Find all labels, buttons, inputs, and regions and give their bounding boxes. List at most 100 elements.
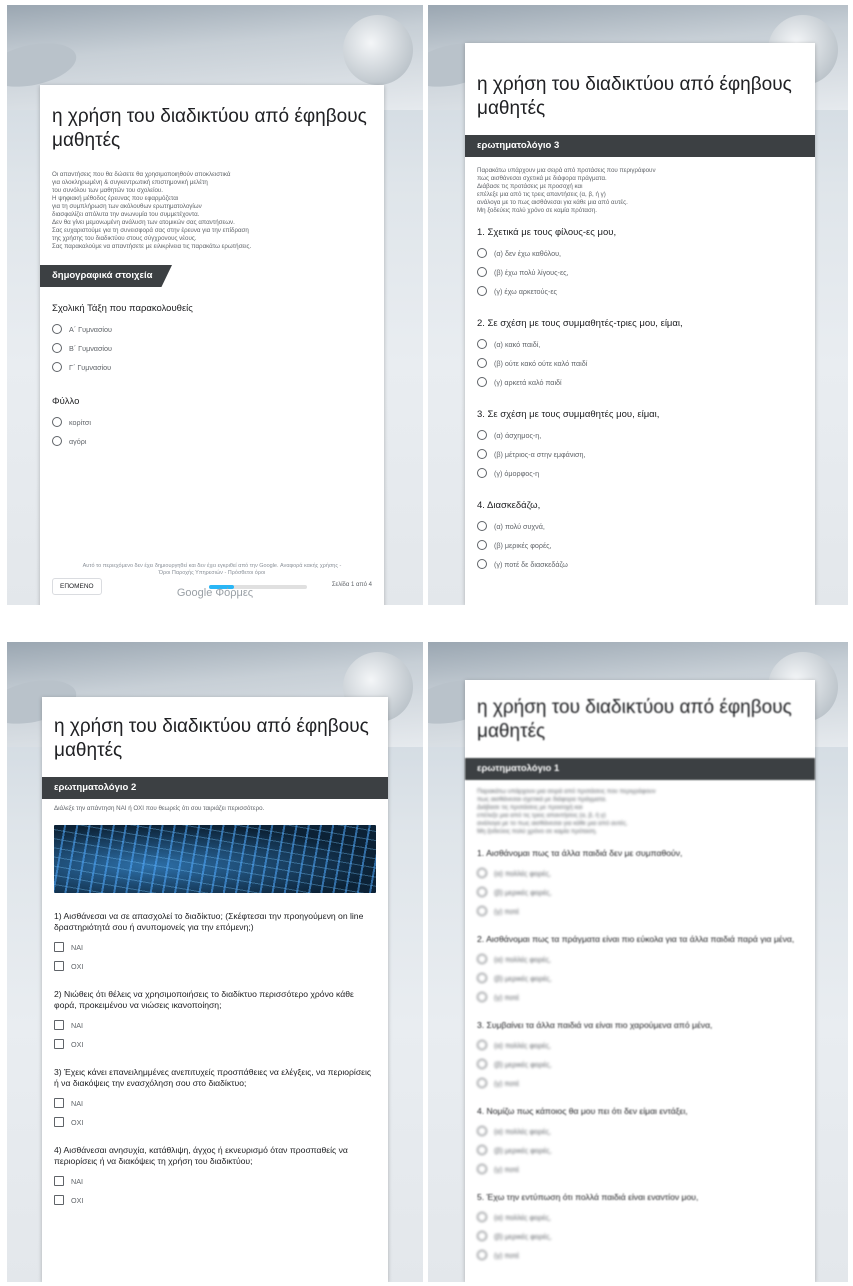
screen-questionnaire-3: η χρήση του διαδικτύου από έφηβους μαθητ… xyxy=(428,5,848,605)
radio-option[interactable]: (γ) ποτέ xyxy=(465,1250,815,1260)
question-label: Φύλλο xyxy=(52,396,80,407)
radio-icon[interactable] xyxy=(477,286,487,296)
radio-option[interactable]: (γ) ποτέ δε διασκεδάζω xyxy=(465,559,815,569)
radio-option[interactable]: (β) μερικές φορές, xyxy=(465,973,815,983)
radio-option[interactable]: (γ) ποτέ xyxy=(465,1078,815,1088)
radio-icon[interactable] xyxy=(477,559,487,569)
section-header: ερωτηματολόγιο 2 xyxy=(42,777,388,799)
question-label: 1) Αισθάνεσαι να σε απασχολεί το διαδίκτ… xyxy=(54,911,364,932)
radio-icon[interactable] xyxy=(477,1078,487,1088)
radio-option[interactable]: (β) μερικές φορές, xyxy=(465,887,815,897)
checkbox-option[interactable]: ΝΑΙ xyxy=(42,1098,388,1108)
section-description: Διάλεξε την απάντηση ΝΑΙ ή ΟΧΙ που θεωρε… xyxy=(54,805,265,812)
radio-icon[interactable] xyxy=(477,868,487,878)
radio-icon[interactable] xyxy=(52,324,62,334)
radio-icon[interactable] xyxy=(477,954,487,964)
google-forms-logo: Google Φόρμες xyxy=(176,587,254,599)
radio-option[interactable]: (α) πολύ συχνά, xyxy=(465,521,815,531)
question-label: 4. Διασκεδάζω, xyxy=(477,500,541,511)
radio-option[interactable]: Α΄ Γυμνασίου xyxy=(40,324,384,334)
radio-icon[interactable] xyxy=(477,430,487,440)
question-label: 4) Αισθάνεσαι ανησυχία, κατάθλιψη, άγχος… xyxy=(54,1145,348,1166)
checkbox-option[interactable]: ΝΑΙ xyxy=(42,942,388,952)
checkbox-option[interactable]: ΟΧΙ xyxy=(42,1195,388,1205)
question-label: 3. Συμβαίνει τα άλλα παιδιά να είναι πιο… xyxy=(477,1020,713,1030)
radio-icon[interactable] xyxy=(52,343,62,353)
radio-option[interactable]: (α) άσχημος-η, xyxy=(465,430,815,440)
form-card: η χρήση του διαδικτύου από έφηβους μαθητ… xyxy=(42,697,388,1282)
radio-icon[interactable] xyxy=(477,1250,487,1260)
radio-option[interactable]: (α) πολλές φορές, xyxy=(465,1126,815,1136)
question-label: 5. Έχω την εντύπωση ότι πολλά παιδιά είν… xyxy=(477,1192,699,1202)
radio-option[interactable]: Γ΄ Γυμνασίου xyxy=(40,362,384,372)
checkbox-option[interactable]: ΝΑΙ xyxy=(42,1176,388,1186)
radio-icon[interactable] xyxy=(477,248,487,258)
radio-option[interactable]: (α) δεν έχω καθόλου, xyxy=(465,248,815,258)
checkbox-option[interactable]: ΟΧΙ xyxy=(42,1117,388,1127)
section-description: Παρακάτω υπάρχουν μια σειρά από προτάσει… xyxy=(477,788,656,835)
section-description: Παρακάτω υπάρχουν μια σειρά από προτάσει… xyxy=(477,167,656,214)
radio-option[interactable]: (α) πολλές φορές, xyxy=(465,1212,815,1222)
checkbox-icon[interactable] xyxy=(54,961,64,971)
checkbox-icon[interactable] xyxy=(54,1176,64,1186)
radio-icon[interactable] xyxy=(52,362,62,372)
checkbox-icon[interactable] xyxy=(54,1098,64,1108)
radio-option[interactable]: (γ) έχω αρκετούς-ες xyxy=(465,286,815,296)
radio-option[interactable]: (γ) ποτέ xyxy=(465,1164,815,1174)
radio-option[interactable]: (β) μερικές φορές, xyxy=(465,540,815,550)
radio-option[interactable]: (γ) όμορφος-η xyxy=(465,468,815,478)
radio-icon[interactable] xyxy=(477,1126,487,1136)
checkbox-icon[interactable] xyxy=(54,1195,64,1205)
radio-icon[interactable] xyxy=(52,436,62,446)
checkbox-icon[interactable] xyxy=(54,1020,64,1030)
radio-icon[interactable] xyxy=(477,449,487,459)
footer-disclaimer: Αυτό το περιεχόμενο δεν έχει δημιουργηθε… xyxy=(37,563,387,577)
radio-option[interactable]: (β) μέτριος-α στην εμφάνιση, xyxy=(465,449,815,459)
radio-icon[interactable] xyxy=(477,267,487,277)
terms-link[interactable]: Όροι Παροχής Υπηρεσιών - Πρόσθετοι όροι xyxy=(37,570,387,577)
radio-option[interactable]: (β) ούτε κακό ούτε καλό παιδί xyxy=(465,358,815,368)
radio-option[interactable]: (α) κακό παιδί, xyxy=(465,339,815,349)
radio-icon[interactable] xyxy=(477,973,487,983)
checkbox-option[interactable]: ΟΧΙ xyxy=(42,1039,388,1049)
radio-option[interactable]: κορίτσι xyxy=(40,417,384,427)
radio-icon[interactable] xyxy=(477,1231,487,1241)
radio-icon[interactable] xyxy=(477,521,487,531)
radio-icon[interactable] xyxy=(477,1212,487,1222)
radio-icon[interactable] xyxy=(477,992,487,1002)
radio-option[interactable]: (γ) ποτέ xyxy=(465,906,815,916)
radio-option[interactable]: Β΄ Γυμνασίου xyxy=(40,343,384,353)
radio-option[interactable]: (α) πολλές φορές, xyxy=(465,954,815,964)
radio-option[interactable]: (β) μερικές φορές, xyxy=(465,1145,815,1155)
radio-icon[interactable] xyxy=(477,468,487,478)
checkbox-option[interactable]: ΟΧΙ xyxy=(42,961,388,971)
question-label: 2. Σε σχέση με τους συμμαθητές-τριες μου… xyxy=(477,318,683,329)
radio-option[interactable]: (γ) αρκετά καλό παιδί xyxy=(465,377,815,387)
radio-icon[interactable] xyxy=(477,1040,487,1050)
radio-icon[interactable] xyxy=(477,1059,487,1069)
radio-option[interactable]: (β) μερικές φορές, xyxy=(465,1059,815,1069)
radio-icon[interactable] xyxy=(477,1164,487,1174)
radio-option[interactable]: (α) πολλές φορές, xyxy=(465,868,815,878)
radio-option[interactable]: (α) πολλές φορές, xyxy=(465,1040,815,1050)
radio-icon[interactable] xyxy=(477,377,487,387)
radio-option[interactable]: (γ) ποτέ xyxy=(465,992,815,1002)
form-description: Οι απαντήσεις που θα δώσετε θα χρησιμοπο… xyxy=(52,171,252,250)
screen-demographics: η χρήση του διαδικτύου από έφηβους μαθητ… xyxy=(7,5,423,605)
checkbox-icon[interactable] xyxy=(54,1039,64,1049)
radio-option[interactable]: (β) μερικές φορές, xyxy=(465,1231,815,1241)
section-header: δημογραφικά στοιχεία xyxy=(40,265,172,287)
question-label: 1. Σχετικά με τους φίλους-ες μου, xyxy=(477,227,617,238)
radio-icon[interactable] xyxy=(477,887,487,897)
radio-icon[interactable] xyxy=(477,1145,487,1155)
checkbox-icon[interactable] xyxy=(54,1117,64,1127)
radio-icon[interactable] xyxy=(477,358,487,368)
radio-icon[interactable] xyxy=(477,906,487,916)
radio-icon[interactable] xyxy=(477,540,487,550)
radio-option[interactable]: αγόρι xyxy=(40,436,384,446)
checkbox-icon[interactable] xyxy=(54,942,64,952)
radio-icon[interactable] xyxy=(52,417,62,427)
radio-option[interactable]: (β) έχω πολύ λίγους-ες, xyxy=(465,267,815,277)
checkbox-option[interactable]: ΝΑΙ xyxy=(42,1020,388,1030)
radio-icon[interactable] xyxy=(477,339,487,349)
